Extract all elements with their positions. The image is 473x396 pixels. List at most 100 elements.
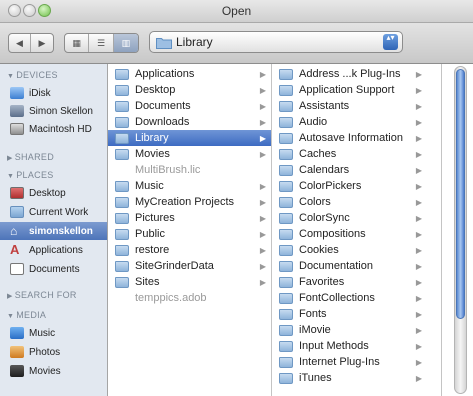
folder-icon (115, 148, 129, 160)
folder-icon (279, 260, 293, 272)
list-item[interactable]: Desktop ▶ (108, 82, 271, 98)
list-item[interactable]: FontCollections ▶ (272, 290, 427, 306)
column-view-button[interactable]: ▥ (113, 34, 138, 52)
sidebar-item-idisk[interactable]: iDisk (0, 84, 107, 102)
list-item[interactable]: Downloads ▶ (108, 114, 271, 130)
folder-icon (115, 196, 129, 208)
chevron-right-icon: ▶ (415, 149, 422, 159)
icon-view-button[interactable]: ▦ (65, 34, 90, 52)
list-item[interactable]: Audio ▶ (272, 114, 427, 130)
list-item[interactable]: Cookies ▶ (272, 242, 427, 258)
disclosure-triangle-icon: ▶ (7, 155, 13, 162)
list-item[interactable]: Public ▶ (108, 226, 271, 242)
chevron-right-icon: ▶ (415, 261, 422, 271)
sidebar-item-documents[interactable]: Documents (0, 260, 107, 278)
popup-arrows-icon: ▴▾ (383, 34, 398, 50)
list-item[interactable]: SiteGrinderData ▶ (108, 258, 271, 274)
open-dialog: Open ◀ ▶ ▦ ☰ ▥ Library ▴▾ ▼ DEVICES iDisk… (0, 0, 473, 396)
back-arrow-icon: ◀ (16, 37, 23, 48)
list-item[interactable]: Movies ▶ (108, 146, 271, 162)
list-item[interactable]: Autosave Information ▶ (272, 130, 427, 146)
list-item[interactable]: Documents ▶ (108, 98, 271, 114)
back-button[interactable]: ◀ (9, 34, 31, 52)
sidebar-header-search[interactable]: ▶ SEARCH FOR (7, 290, 77, 300)
list-item[interactable]: Input Methods ▶ (272, 338, 427, 354)
list-item[interactable]: Internet Plug-Ins ▶ (272, 354, 427, 370)
window-title: Open (221, 4, 252, 18)
chevron-right-icon: ▶ (259, 213, 266, 223)
folder-icon (115, 244, 129, 256)
list-item[interactable]: Address ...k Plug-Ins ▶ (272, 66, 427, 82)
list-item[interactable]: ColorPickers ▶ (272, 178, 427, 194)
sidebar-item-photos[interactable]: Photos (0, 343, 107, 361)
list-item-selected[interactable]: Library ▶ (108, 130, 271, 146)
list-item[interactable]: Documentation ▶ (272, 258, 427, 274)
folder-icon (279, 276, 293, 288)
folder-icon (279, 308, 293, 320)
chevron-right-icon: ▶ (415, 181, 422, 191)
sidebar-header-shared[interactable]: ▶ SHARED (7, 152, 54, 162)
folder-icon (115, 68, 129, 80)
applications-icon: A (10, 242, 20, 257)
list-item[interactable]: Colors ▶ (272, 194, 427, 210)
sidebar-item-macintosh-hd[interactable]: Macintosh HD (0, 120, 107, 138)
list-item[interactable]: Caches ▶ (272, 146, 427, 162)
hard-drive-icon (10, 123, 24, 135)
sidebar-item-current-work[interactable]: Current Work (0, 203, 107, 221)
chevron-right-icon: ▶ (415, 229, 422, 239)
chevron-right-icon: ▶ (415, 341, 422, 351)
list-item[interactable]: iTunes ▶ (272, 370, 427, 386)
list-item[interactable]: Music ▶ (108, 178, 271, 194)
sidebar-item-desktop[interactable]: Desktop (0, 184, 107, 202)
folder-icon (115, 276, 129, 288)
browser-column-home: Applications ▶ Desktop ▶ Documents ▶ Downlo… (108, 64, 272, 396)
list-item[interactable]: MyCreation Projects ▶ (108, 194, 271, 210)
list-item[interactable]: MultiBrush.lic (108, 162, 271, 178)
view-mode-segment: ▦ ☰ ▥ (64, 33, 139, 53)
chevron-right-icon: ▶ (259, 277, 266, 287)
disclosure-triangle-icon: ▼ (7, 173, 15, 180)
list-item[interactable]: iMovie ▶ (272, 322, 427, 338)
column-view-icon: ▥ (121, 37, 131, 48)
folder-icon (279, 100, 293, 112)
sidebar-item-home[interactable]: ⌂ simonskellon (0, 222, 107, 240)
folder-icon (115, 84, 129, 96)
list-item[interactable]: Fonts ▶ (272, 306, 427, 322)
chevron-right-icon: ▶ (259, 229, 266, 239)
sidebar-item-applications[interactable]: A Applications (0, 241, 107, 259)
documents-icon (10, 263, 24, 275)
folder-icon (279, 324, 293, 336)
list-item[interactable]: restore ▶ (108, 242, 271, 258)
sidebar-header-places[interactable]: ▼ PLACES (7, 170, 54, 180)
chevron-right-icon: ▶ (415, 277, 422, 287)
folder-icon (279, 196, 293, 208)
folder-icon (10, 206, 24, 218)
forward-button[interactable]: ▶ (31, 34, 53, 52)
idisk-icon (10, 87, 24, 99)
list-item[interactable]: Pictures ▶ (108, 210, 271, 226)
title-bar: Open (0, 0, 473, 23)
folder-icon (279, 372, 293, 384)
chevron-right-icon: ▶ (259, 181, 266, 191)
sidebar-item-simon-skellon[interactable]: Simon Skellon (0, 102, 107, 120)
sidebar-header-devices[interactable]: ▼ DEVICES (7, 70, 58, 80)
path-popup[interactable]: Library ▴▾ (149, 31, 403, 53)
scrollbar-thumb[interactable] (456, 69, 465, 319)
list-view-button[interactable]: ☰ (89, 34, 114, 52)
list-item[interactable]: Sites ▶ (108, 274, 271, 290)
list-item[interactable]: temppics.adob (108, 290, 271, 306)
list-item[interactable]: Favorites ▶ (272, 274, 427, 290)
chevron-right-icon: ▶ (259, 245, 266, 255)
vertical-scrollbar[interactable] (454, 66, 467, 394)
list-item[interactable]: Applications ▶ (108, 66, 271, 82)
list-item[interactable]: Calendars ▶ (272, 162, 427, 178)
sidebar-header-media[interactable]: ▼ MEDIA (7, 310, 46, 320)
list-item[interactable]: Assistants ▶ (272, 98, 427, 114)
folder-icon (279, 340, 293, 352)
sidebar-item-movies[interactable]: Movies (0, 362, 107, 380)
list-item[interactable]: ColorSync ▶ (272, 210, 427, 226)
list-item[interactable]: Application Support ▶ (272, 82, 427, 98)
list-item[interactable]: Compositions ▶ (272, 226, 427, 242)
sidebar-item-music[interactable]: Music (0, 324, 107, 342)
photos-icon (10, 346, 24, 358)
